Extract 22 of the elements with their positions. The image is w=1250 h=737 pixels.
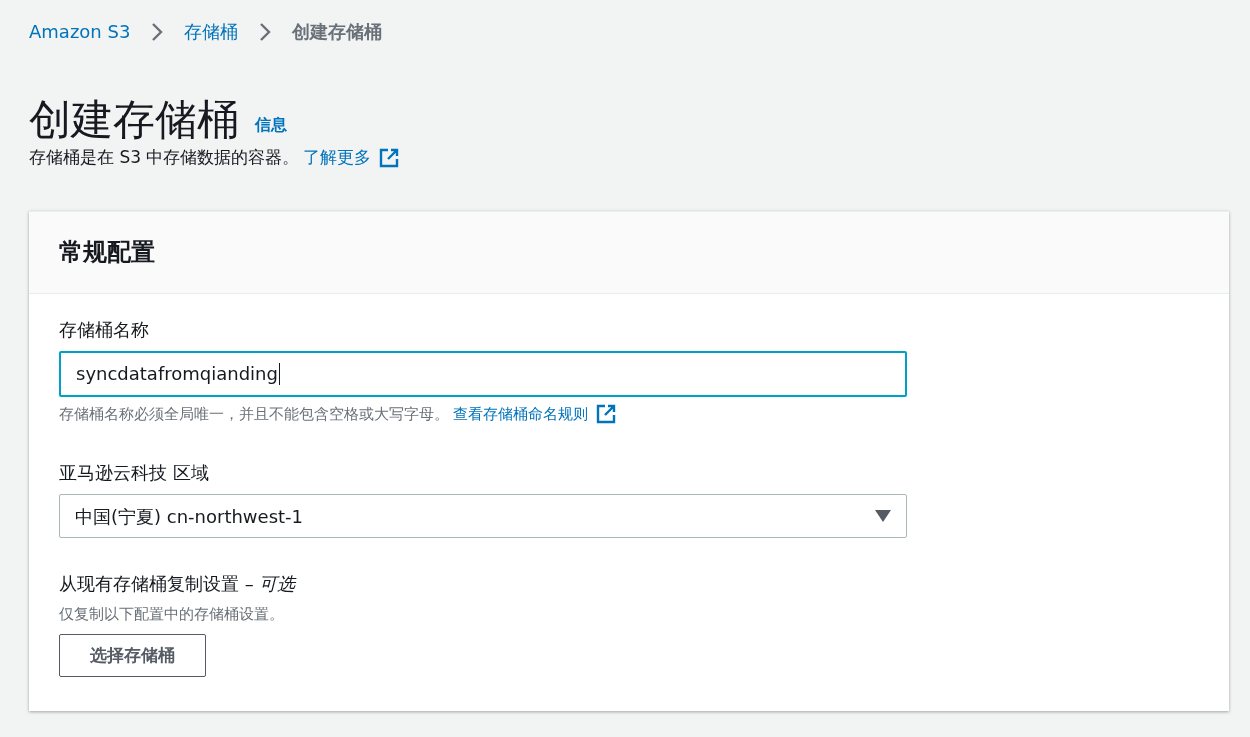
hint-text: 存储桶名称必须全局唯一，并且不能包含空格或大写字母。 (59, 403, 449, 425)
external-link-icon (596, 403, 616, 424)
chevron-right-icon (258, 21, 273, 42)
page-description: 存储桶是在 S3 中存储数据的容器。 (29, 146, 300, 170)
field-label: 亚马逊云科技 区域 (59, 461, 210, 486)
field-description: 仅复制以下配置中的存储桶设置。 (59, 604, 285, 626)
field-label: 存储桶名称 (59, 317, 150, 342)
chevron-right-icon (150, 21, 165, 42)
dropdown-caret-icon (875, 510, 891, 523)
page-title: 创建存储桶 (29, 95, 239, 146)
panel-title: 常规配置 (59, 237, 156, 267)
external-link-icon (379, 148, 400, 169)
region-select[interactable]: 中国(宁夏) cn-northwest-1 (59, 494, 907, 539)
breadcrumb-link[interactable]: Amazon S3 (29, 18, 131, 45)
field-label: 从现有存储桶复制设置 – 可选 (59, 572, 298, 597)
breadcrumb-link[interactable]: 存储桶 (184, 18, 239, 45)
choose-bucket-button[interactable]: 选择存储桶 (59, 633, 206, 678)
info-link[interactable]: 信息 (255, 113, 287, 138)
naming-rules-link[interactable]: 查看存储桶命名规则 (453, 402, 588, 426)
learn-more-link[interactable]: 了解更多 (303, 145, 372, 171)
input-field[interactable]: syncdatafromqianding (59, 350, 907, 397)
breadcrumb-current: 创建存储桶 (292, 20, 383, 44)
